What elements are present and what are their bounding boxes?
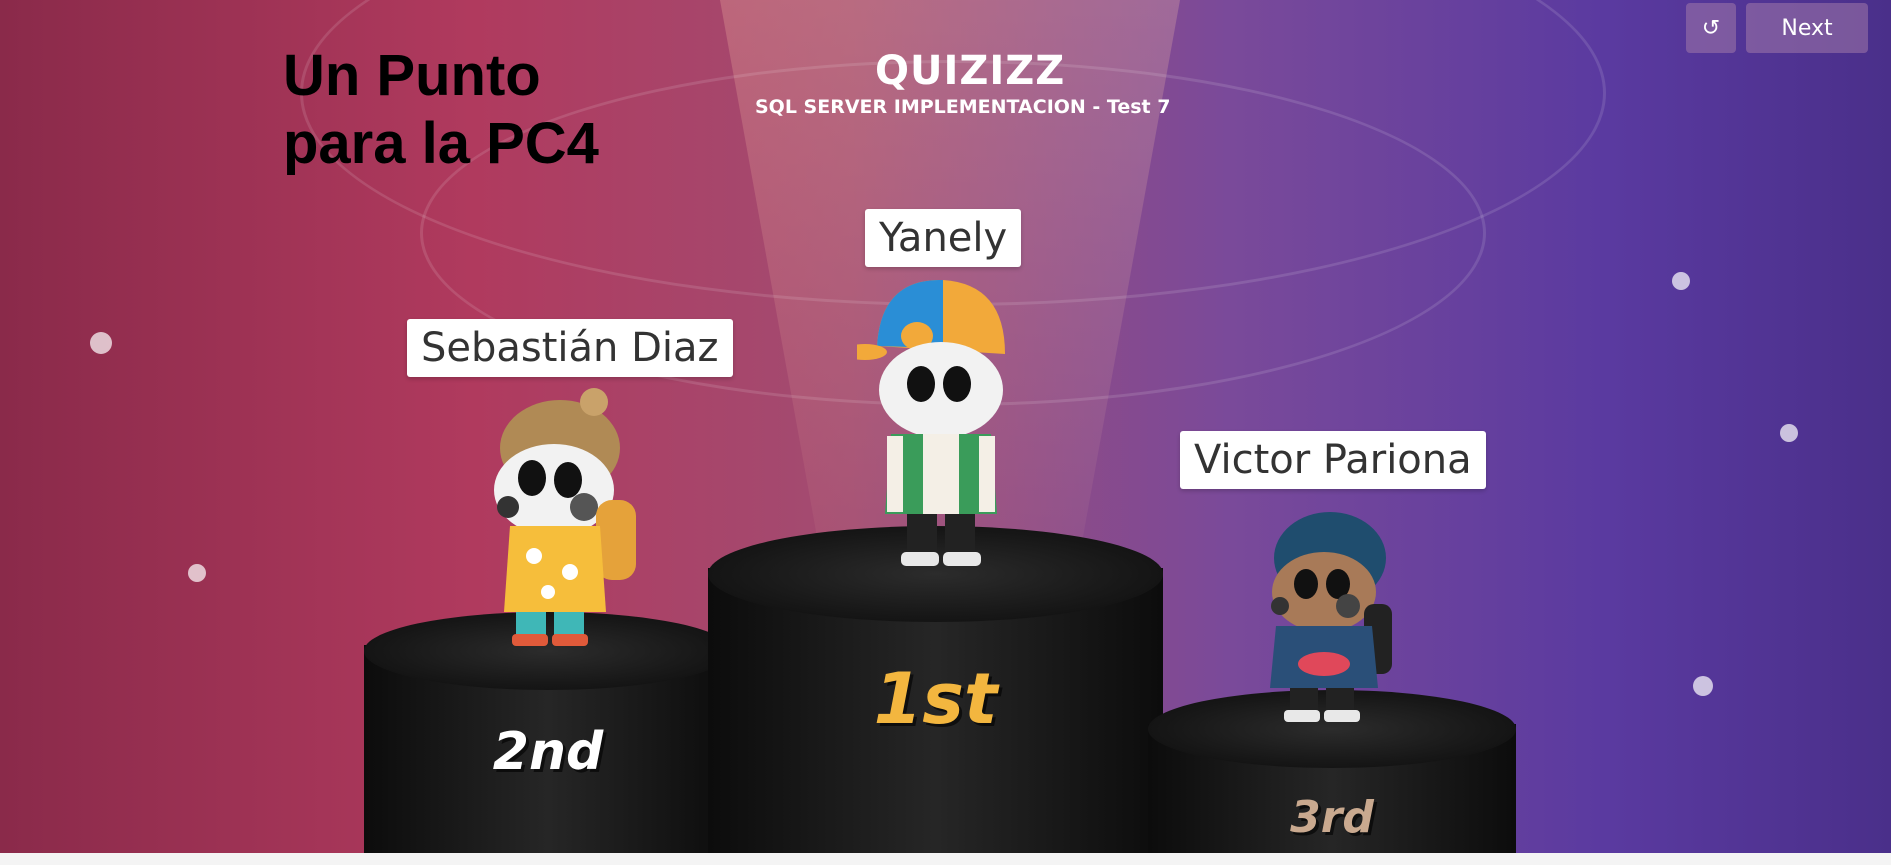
- page-title: Un Punto para la PC4: [283, 42, 599, 178]
- spark: [1693, 676, 1713, 696]
- page-title-line2: para la PC4: [283, 111, 599, 176]
- player-name-3rd-text: Victor Pariona: [1194, 437, 1472, 483]
- player-name-1st-text: Yanely: [879, 215, 1008, 261]
- quiz-title: SQL SERVER IMPLEMENTACION - Test 7: [755, 96, 1171, 118]
- avatar-3rd: [1270, 512, 1392, 722]
- avatar-2nd: [494, 388, 636, 646]
- player-name-1st: Yanely: [865, 209, 1022, 267]
- player-name-2nd: Sebastián Diaz: [407, 319, 733, 377]
- rank-text-3rd: 3rd: [1290, 792, 1374, 843]
- player-name-3rd: Victor Pariona: [1180, 431, 1486, 489]
- spark: [1672, 272, 1690, 290]
- spark: [1780, 424, 1798, 442]
- spark: [90, 332, 112, 354]
- next-button[interactable]: Next: [1746, 3, 1868, 53]
- avatar-1st: [857, 279, 1005, 566]
- player-name-2nd-text: Sebastián Diaz: [421, 325, 719, 371]
- rank-label-3rd: 3rd: [1148, 792, 1516, 843]
- rank-text-1st: 1st: [873, 658, 998, 740]
- leaderboard-stage: Un Punto para la PC4 QUIZIZZ SQL SERVER …: [0, 0, 1891, 865]
- restart-button[interactable]: ↺: [1686, 3, 1736, 53]
- restart-icon: ↺: [1701, 15, 1721, 41]
- spark: [188, 564, 206, 582]
- rank-text-2nd: 2nd: [492, 722, 604, 782]
- rank-label-1st: 1st: [708, 658, 1163, 740]
- rank-label-2nd: 2nd: [364, 722, 732, 782]
- page-title-line1: Un Punto: [283, 43, 541, 108]
- bottom-bar: [0, 853, 1891, 865]
- quizizz-logo: QUIZIZZ: [875, 48, 1066, 94]
